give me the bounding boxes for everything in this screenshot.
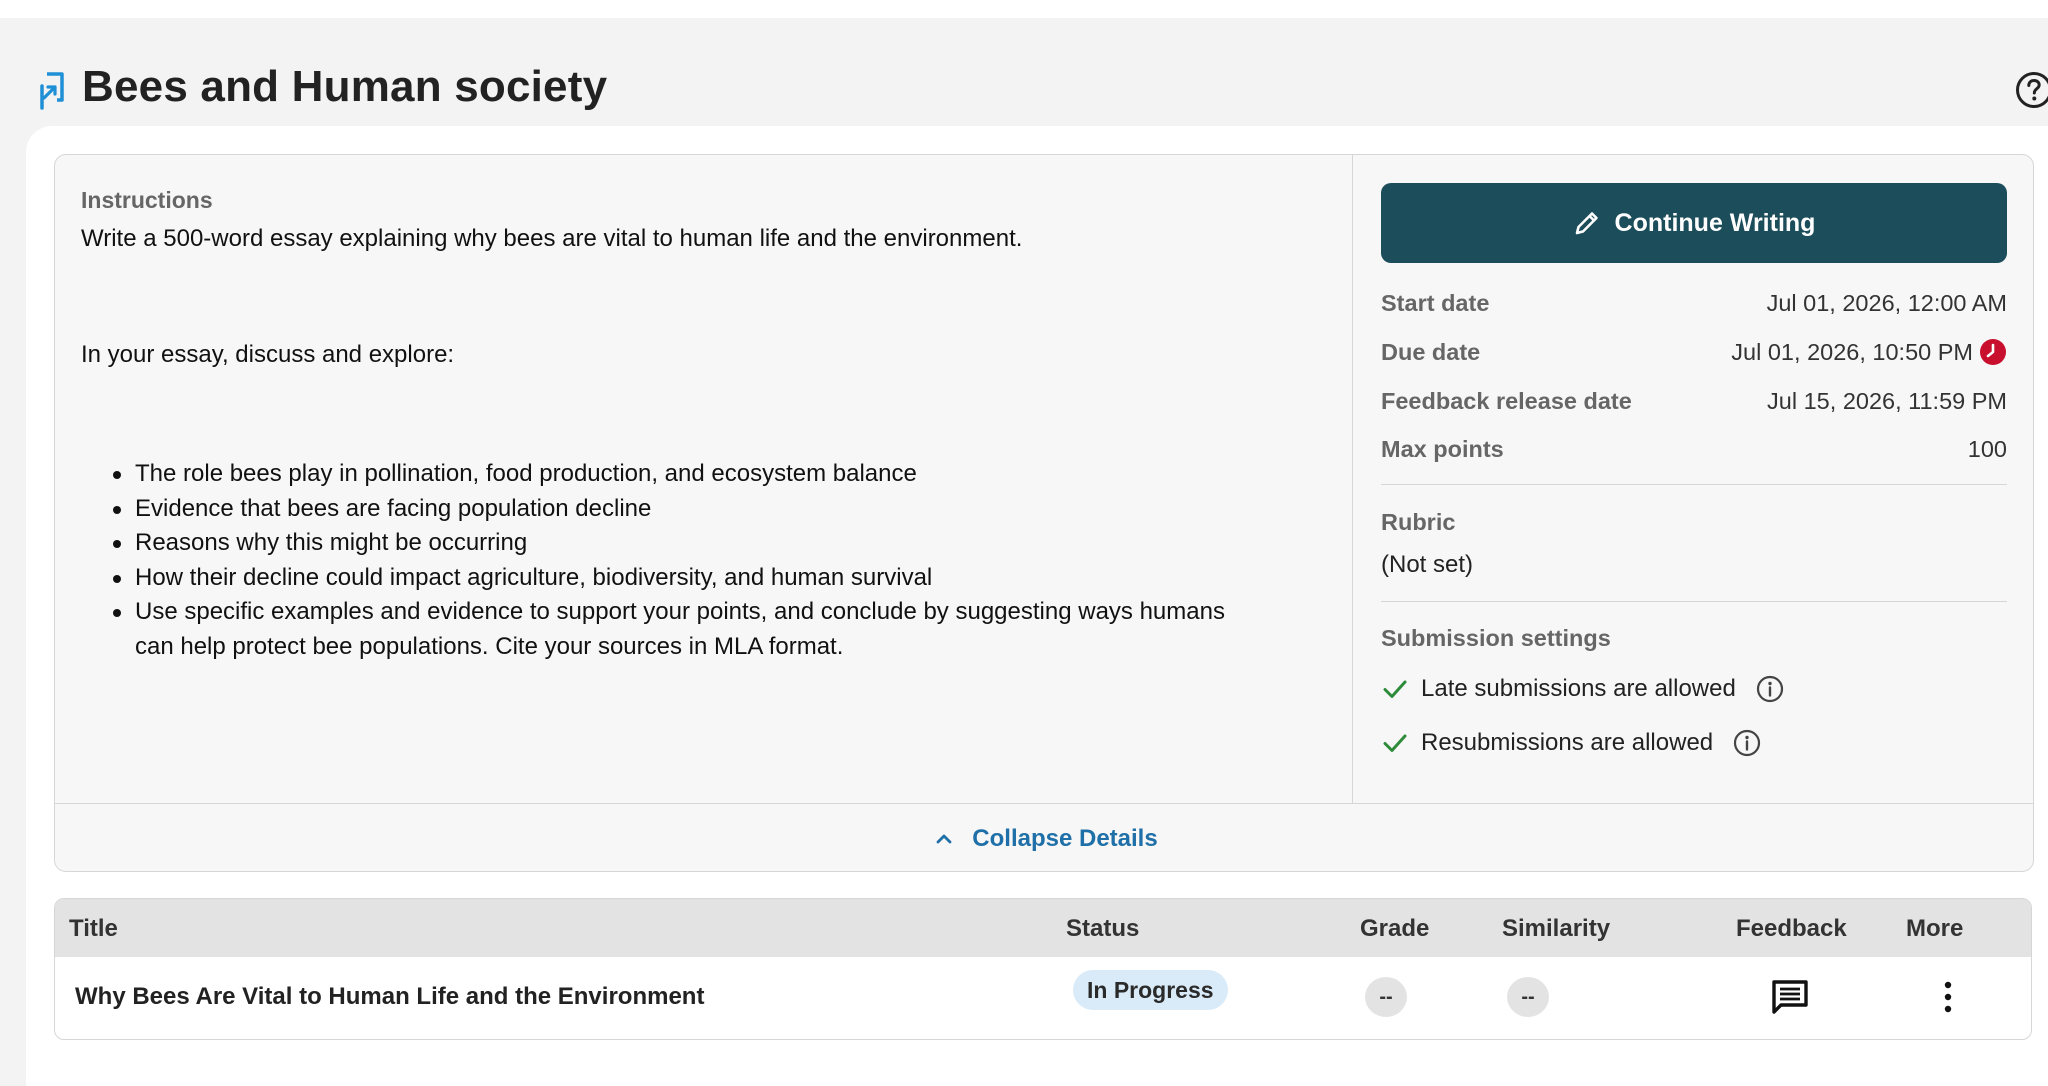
feedback-release-value: Jul 15, 2026, 11:59 PM — [1767, 388, 2007, 415]
bullet-dot — [113, 506, 121, 514]
clock-alert-icon — [1979, 338, 2007, 366]
instructions-bullet-list: The role bees play in pollination, food … — [135, 457, 1345, 664]
check-icon — [1381, 675, 1409, 703]
instructions-paragraph: Write a 500-word essay explaining why be… — [81, 225, 1022, 253]
column-header-similarity: Similarity — [1502, 915, 1610, 943]
column-header-status: Status — [1066, 915, 1139, 943]
instructions-label: Instructions — [81, 187, 213, 214]
submission-settings-label: Submission settings — [1381, 625, 1611, 652]
info-icon[interactable] — [1733, 729, 1761, 757]
start-date-row: Start date Jul 01, 2026, 12:00 AM — [1381, 283, 2007, 323]
bullet-item: The role bees play in pollination, food … — [135, 457, 1345, 492]
feedback-release-label: Feedback release date — [1381, 388, 1632, 415]
instructions-section: Instructions Write a 500-word essay expl… — [55, 155, 1353, 803]
continue-writing-label: Continue Writing — [1615, 209, 1816, 238]
column-header-more: More — [1906, 915, 1963, 943]
late-submissions-setting: Late submissions are allowed — [1381, 671, 1784, 707]
resubmissions-text: Resubmissions are allowed — [1421, 729, 1713, 757]
start-date-value: Jul 01, 2026, 12:00 AM — [1767, 290, 2007, 317]
table-row[interactable]: Why Bees Are Vital to Human Life and the… — [55, 957, 2031, 1040]
due-date-label: Due date — [1381, 339, 1480, 366]
bullet-item-continuation: can help protect bee populations. Cite y… — [135, 630, 1345, 665]
assignment-details-card: Instructions Write a 500-word essay expl… — [54, 154, 2034, 872]
page-title: Bees and Human society — [82, 62, 607, 112]
pencil-icon — [1573, 209, 1601, 237]
resubmissions-setting: Resubmissions are allowed — [1381, 725, 1761, 761]
assignment-icon — [38, 70, 68, 112]
submissions-table: Title Status Grade Similarity Feedback M… — [54, 898, 2032, 1040]
column-header-grade: Grade — [1360, 915, 1429, 943]
bullet-dot — [113, 575, 121, 583]
comment-icon[interactable] — [1771, 979, 1809, 1015]
assignment-info-sidebar: Continue Writing Start date Jul 01, 2026… — [1353, 155, 2034, 803]
due-date-value: Jul 01, 2026, 10:50 PM — [1731, 339, 1973, 366]
divider — [1381, 601, 2007, 602]
similarity-value: -- — [1507, 977, 1549, 1017]
bullet-item: How their decline could impact agricultu… — [135, 561, 1345, 596]
bullet-item: Evidence that bees are facing population… — [135, 492, 1345, 527]
late-submissions-text: Late submissions are allowed — [1421, 675, 1736, 703]
feedback-release-row: Feedback release date Jul 15, 2026, 11:5… — [1381, 381, 2007, 421]
top-strip — [0, 0, 2048, 18]
table-header: Title Status Grade Similarity Feedback M… — [55, 899, 2031, 957]
column-header-title: Title — [69, 915, 118, 943]
status-badge: In Progress — [1073, 970, 1228, 1010]
collapse-details-button[interactable]: Collapse Details — [55, 803, 2034, 872]
max-points-row: Max points 100 — [1381, 429, 2007, 469]
help-circle-icon[interactable] — [2014, 70, 2048, 110]
due-date-row: Due date Jul 01, 2026, 10:50 PM — [1381, 332, 2007, 372]
column-header-feedback: Feedback — [1736, 915, 1847, 943]
page-header: Bees and Human society — [0, 18, 2048, 126]
max-points-label: Max points — [1381, 436, 1504, 463]
grade-value: -- — [1365, 977, 1407, 1017]
continue-writing-button[interactable]: Continue Writing — [1381, 183, 2007, 263]
due-date-value-group: Jul 01, 2026, 10:50 PM — [1731, 338, 2007, 366]
submission-title[interactable]: Why Bees Are Vital to Human Life and the… — [75, 983, 704, 1011]
rubric-value: (Not set) — [1381, 551, 1473, 579]
chevron-up-icon — [932, 827, 956, 851]
info-icon[interactable] — [1756, 675, 1784, 703]
bullet-dot — [113, 609, 121, 617]
rubric-label: Rubric — [1381, 509, 1455, 536]
bullet-item: Reasons why this might be occurring — [135, 526, 1345, 561]
more-vertical-icon[interactable] — [1931, 979, 1965, 1015]
start-date-label: Start date — [1381, 290, 1489, 317]
bullet-item: Use specific examples and evidence to su… — [135, 595, 1345, 630]
bullet-dot — [113, 540, 121, 548]
instructions-paragraph: In your essay, discuss and explore: — [81, 341, 454, 369]
max-points-value: 100 — [1968, 436, 2007, 463]
divider — [1381, 484, 2007, 485]
bullet-dot — [113, 471, 121, 479]
collapse-details-label: Collapse Details — [972, 825, 1157, 853]
check-icon — [1381, 729, 1409, 757]
